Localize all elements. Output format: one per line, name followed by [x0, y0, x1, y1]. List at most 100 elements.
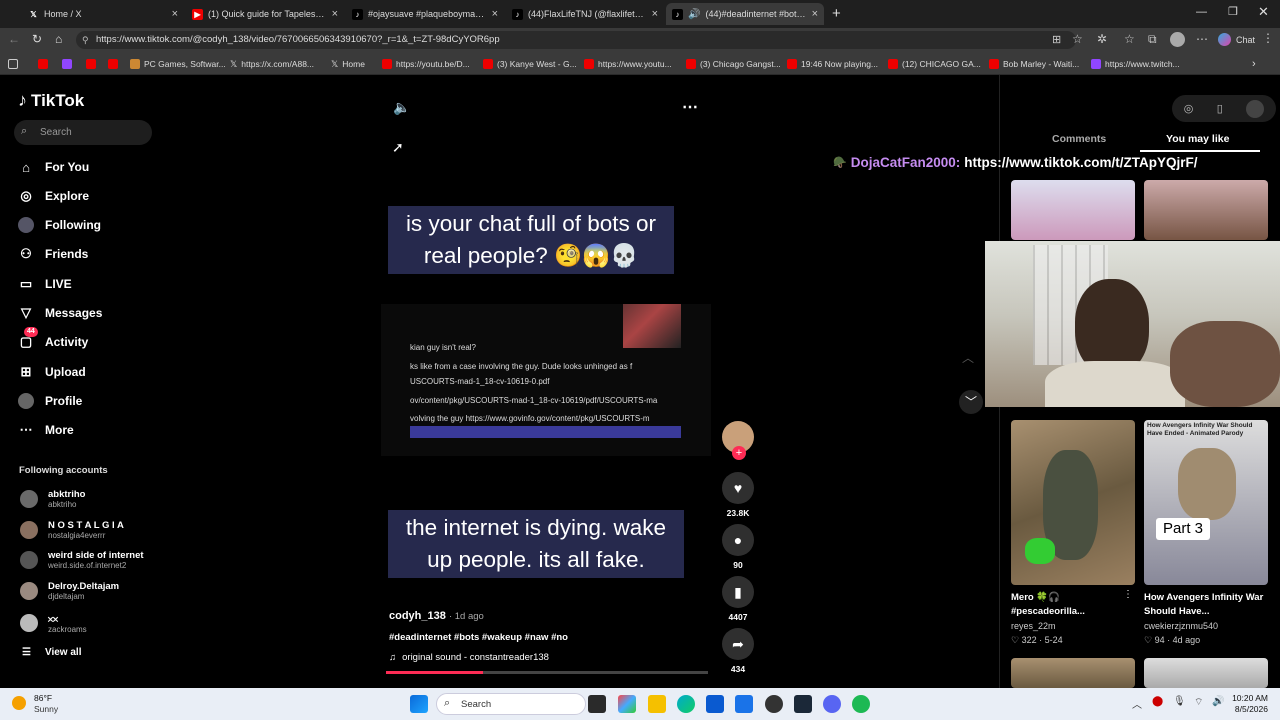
profile-avatar[interactable]	[1170, 32, 1185, 47]
steam-icon[interactable]	[794, 695, 812, 713]
tab-you-may-like[interactable]: You may like	[1166, 133, 1229, 145]
windows-start-icon[interactable]	[410, 695, 428, 713]
tab-comments[interactable]: Comments	[1052, 133, 1106, 145]
tiktok-logo[interactable]: ♪ TikTok	[18, 90, 84, 111]
video-card-thumbnail[interactable]	[1144, 658, 1268, 688]
edge-browser-icon[interactable]	[677, 695, 695, 713]
close-icon[interactable]: ×	[332, 8, 338, 20]
task-view-icon[interactable]	[588, 695, 606, 713]
view-all-button[interactable]: ☰ View all	[22, 647, 81, 658]
tab-tiktok-ojay[interactable]: ♪ #ojaysuave #plaqueboymaxedit # ×	[346, 3, 504, 25]
microphone-icon[interactable]: 🎙	[1173, 696, 1186, 707]
close-icon[interactable]: ×	[812, 8, 818, 20]
wifi-icon[interactable]: ⌔	[1194, 696, 1203, 709]
more-options-icon[interactable]: ⋯	[682, 97, 698, 117]
scroll-up-icon[interactable]: ︿	[962, 349, 974, 366]
phone-icon[interactable]: ▯	[1217, 102, 1223, 115]
app-icon[interactable]	[765, 695, 783, 713]
sidebar-item-friends[interactable]: ⚇ Friends	[18, 246, 88, 262]
bookmark-youtube[interactable]	[38, 57, 48, 71]
weather-temp[interactable]: 86°F	[34, 693, 52, 703]
url-input[interactable]: ⚲ https://www.tiktok.com/@codyh_138/vide…	[76, 31, 1076, 49]
video-progress-track[interactable]	[386, 671, 708, 674]
following-account[interactable]: abktriho abktriho	[20, 489, 85, 509]
close-icon[interactable]: ×	[492, 8, 498, 20]
video-card-author[interactable]: cwekierzjznmu540	[1144, 621, 1218, 631]
sidebar-item-following[interactable]: Following	[18, 217, 101, 233]
video-card-thumbnail[interactable]	[1011, 180, 1135, 240]
bookmark-kanye[interactable]: (3) Kanye West - G...	[483, 57, 577, 71]
tab-tiktok-deadinternet[interactable]: ♪ 🔊 (44)#deadinternet #bots #wa ×	[666, 3, 824, 25]
video-card-author[interactable]: reyes_22m	[1011, 621, 1056, 631]
tab-youtube[interactable]: ▶ (1) Quick guide for Tapeless Camc ×	[186, 3, 344, 25]
site-info-icon[interactable]: ⚲	[82, 31, 89, 49]
bookmark-chicago-ga[interactable]: (12) CHICAGO GA...	[888, 57, 981, 71]
bookmark-pc-games[interactable]: PC Games, Softwar...	[130, 57, 226, 71]
close-icon[interactable]: ×	[652, 8, 658, 20]
bookmark-bob-marley[interactable]: Bob Marley - Waiti...	[989, 57, 1079, 71]
compass-icon[interactable]: ◎	[1184, 102, 1194, 115]
taskbar-search[interactable]: ⌕ Search	[436, 693, 586, 715]
sidebar-item-live[interactable]: ▭ LIVE	[18, 276, 72, 292]
sidebar-item-upload[interactable]: ⊞ Upload	[18, 364, 86, 380]
sidebar-item-for-you[interactable]: ⌂ For You	[18, 159, 89, 175]
view-mode-switch[interactable]: ◎ ▯	[1172, 95, 1276, 122]
sidebar-item-profile[interactable]: Profile	[18, 393, 82, 409]
following-account[interactable]: Delroy.Deltajam djdeltajam	[20, 581, 119, 601]
file-explorer-icon[interactable]	[648, 695, 666, 713]
discord-icon[interactable]	[823, 695, 841, 713]
bookmark-x-home[interactable]: 𝕏 Home	[331, 57, 365, 71]
split-screen-icon[interactable]: ⊞	[1052, 33, 1061, 46]
card-more-icon[interactable]: ⋮	[1123, 589, 1133, 600]
close-window-button[interactable]: ✕	[1258, 4, 1269, 20]
maximize-button[interactable]: ❐	[1228, 5, 1238, 18]
user-avatar[interactable]	[1246, 99, 1265, 118]
bookmark-youtube[interactable]	[108, 57, 118, 71]
collections-icon[interactable]: ⧉	[1148, 32, 1157, 47]
comment-button[interactable]: ●	[722, 524, 754, 556]
favorite-star-icon[interactable]: ☆	[1072, 32, 1083, 46]
bookmark-icon-only[interactable]	[8, 57, 18, 71]
bookmark-chicago[interactable]: (3) Chicago Gangst...	[686, 57, 781, 71]
sidebar-item-more[interactable]: ⋯ More	[18, 422, 74, 438]
bookmark-youtu-be[interactable]: https://youtu.be/D...	[382, 57, 470, 71]
save-button[interactable]: ▮	[722, 576, 754, 608]
speaker-icon[interactable]: 🔊	[688, 9, 700, 20]
clock-time[interactable]: 10:20 AM	[1228, 693, 1268, 703]
share-button[interactable]: ➦	[722, 628, 754, 660]
following-account[interactable]: weird side of internet weird.side.of.inte…	[20, 550, 144, 570]
bookmark-twitch[interactable]	[62, 57, 72, 71]
refresh-icon[interactable]: ↻	[32, 32, 42, 46]
video-card-title[interactable]: Mero 🍀🎧 #pescadeorilla...	[1011, 591, 1131, 619]
tray-app-icon[interactable]: ⬤	[1152, 696, 1163, 707]
video-card-thumbnail[interactable]	[1144, 180, 1268, 240]
bookmark-youtube[interactable]	[86, 57, 96, 71]
author-name[interactable]: codyh_138	[389, 610, 446, 622]
tab-tiktok-flaxlife[interactable]: ♪ (44)FlaxLifeTNJ (@flaxlifetnj) | TikT …	[506, 3, 664, 25]
video-card-thumbnail[interactable]	[1011, 420, 1135, 585]
bookmark-twitch-link[interactable]: https://www.twitch...	[1091, 57, 1180, 71]
video-card-thumbnail[interactable]: How Avengers Infinity War Should Have En…	[1144, 420, 1268, 585]
sound-link[interactable]: ♫ original sound - constantreader138	[389, 652, 549, 663]
following-account[interactable]: N O S T A L G I Anostalgia4everrr	[20, 520, 124, 540]
search-input[interactable]: ⌕ Search	[14, 120, 152, 145]
minimize-button[interactable]: —	[1196, 6, 1207, 18]
tray-chevron-icon[interactable]: ︿	[1132, 696, 1142, 711]
weather-desc[interactable]: Sunny	[34, 704, 58, 714]
scroll-down-icon[interactable]: ﹀	[959, 390, 983, 414]
clock-date[interactable]: 8/5/2026	[1228, 704, 1268, 714]
video-card-thumbnail[interactable]	[1011, 658, 1135, 688]
copilot-chat-button[interactable]: Chat	[1218, 33, 1255, 46]
favorites-icon[interactable]: ☆	[1124, 32, 1135, 46]
following-account[interactable]: 𐄂𐄂 zackroams	[20, 612, 87, 634]
hashtags[interactable]: #deadinternet #bots #wakeup #naw #no	[389, 632, 568, 643]
tab-x-home[interactable]: 𝕏 Home / X ×	[22, 3, 184, 25]
like-button[interactable]: ♥	[722, 472, 754, 504]
sidebar-item-explore[interactable]: ◎ Explore	[18, 188, 89, 204]
volume-icon[interactable]: 🔊	[1212, 696, 1224, 707]
bookmark-youtube-link[interactable]: https://www.youtu...	[584, 57, 672, 71]
video-card-title[interactable]: How Avengers Infinity War Should Have...	[1144, 591, 1268, 619]
home-icon[interactable]: ⌂	[55, 32, 62, 46]
new-tab-button[interactable]: +	[832, 5, 841, 22]
widgets-icon[interactable]	[618, 695, 636, 713]
